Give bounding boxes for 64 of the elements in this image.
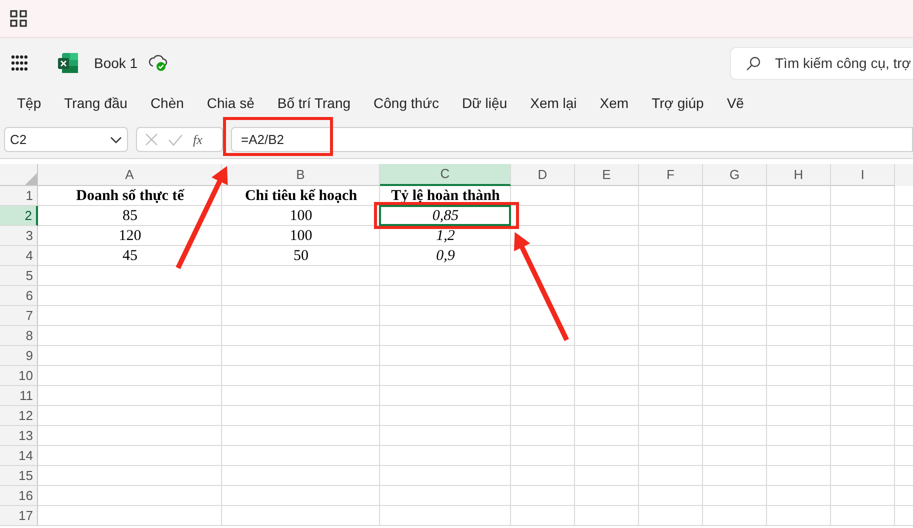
row-header[interactable]: 9 bbox=[0, 346, 38, 366]
row-header[interactable]: 13 bbox=[0, 426, 38, 446]
data-cell[interactable]: 85 bbox=[122, 206, 138, 224]
search-icon bbox=[746, 56, 761, 70]
column-header[interactable]: G bbox=[703, 164, 767, 186]
column-header[interactable]: E bbox=[575, 164, 639, 186]
column-title-cell[interactable]: Chỉ tiêu kế hoạch bbox=[244, 186, 358, 204]
data-cell[interactable]: 100 bbox=[290, 206, 312, 224]
row-header[interactable]: 8 bbox=[0, 326, 38, 346]
row-header[interactable]: 7 bbox=[0, 306, 38, 326]
ribbon-tab[interactable]: Trợ giúp bbox=[652, 92, 704, 114]
cell-reference: C2 bbox=[10, 130, 27, 149]
column-header[interactable]: C bbox=[380, 164, 511, 186]
row-header[interactable]: 1 bbox=[0, 186, 38, 206]
waffle-menu-icon[interactable] bbox=[11, 55, 28, 71]
row-header[interactable]: 12 bbox=[0, 406, 38, 426]
formula-input[interactable]: =A2/B2 bbox=[231, 127, 913, 152]
row-header[interactable]: 5 bbox=[0, 266, 38, 286]
ribbon-tab[interactable]: Dữ liệu bbox=[462, 92, 508, 114]
ribbon-tab[interactable]: Xem bbox=[600, 92, 629, 114]
column-header[interactable]: H bbox=[767, 164, 831, 186]
row-header[interactable]: 14 bbox=[0, 446, 38, 466]
apps-grid-icon[interactable] bbox=[10, 10, 27, 27]
search-field[interactable]: Tìm kiếm công cụ, trợ bbox=[730, 46, 913, 80]
column-header[interactable]: I bbox=[831, 164, 895, 186]
row-header[interactable]: 11 bbox=[0, 386, 38, 406]
ribbon-tab[interactable]: Vẽ bbox=[726, 92, 744, 114]
column-header[interactable]: B bbox=[222, 164, 380, 186]
name-box[interactable]: C2 bbox=[4, 127, 128, 152]
row-header[interactable]: 16 bbox=[0, 486, 38, 506]
row-header[interactable]: 17 bbox=[0, 506, 38, 526]
chevron-down-icon bbox=[110, 136, 122, 144]
row-header[interactable]: 6 bbox=[0, 286, 38, 306]
row-header[interactable]: 2 bbox=[0, 206, 38, 226]
column-header[interactable]: F bbox=[639, 164, 703, 186]
row-header[interactable]: 10 bbox=[0, 366, 38, 386]
cloud-check-icon[interactable] bbox=[148, 54, 168, 72]
data-cell[interactable]: 0,9 bbox=[436, 246, 455, 264]
row-header[interactable]: 15 bbox=[0, 466, 38, 486]
ribbon-tab[interactable]: Xem lại bbox=[530, 92, 577, 114]
sheet-grid[interactable]: Doanh số thực tế Chỉ tiêu kế hoạch Tỷ lệ hoàn thành 85 100 0,85 120 100 1,2 45 50 0,9 bbox=[38, 186, 913, 526]
data-cell[interactable]: 50 bbox=[294, 246, 308, 264]
insert-function-button[interactable]: fx bbox=[193, 130, 202, 150]
data-cell[interactable]: 45 bbox=[122, 246, 138, 264]
row-header[interactable]: 4 bbox=[0, 246, 38, 266]
data-cell[interactable]: 100 bbox=[290, 226, 312, 244]
data-cell[interactable]: 0,85 bbox=[432, 206, 459, 224]
ribbon-tab[interactable]: Bố trí Trang bbox=[277, 92, 351, 114]
ribbon-tab[interactable]: Chèn bbox=[150, 92, 184, 114]
spreadsheet-logo-icon bbox=[58, 53, 78, 73]
ribbon-tab[interactable]: Tệp bbox=[17, 92, 42, 114]
ribbon-tab[interactable]: Trang đầu bbox=[64, 92, 128, 114]
data-cell[interactable]: 1,2 bbox=[436, 226, 455, 244]
check-icon[interactable] bbox=[168, 134, 183, 146]
triangle-icon bbox=[25, 173, 37, 185]
ribbon-tab[interactable]: Chia sẻ bbox=[206, 92, 254, 114]
column-header[interactable]: A bbox=[38, 164, 222, 186]
data-cell[interactable]: 120 bbox=[118, 226, 142, 244]
column-title-cell[interactable]: Tỷ lệ hoàn thành bbox=[391, 186, 500, 204]
column-header[interactable]: D bbox=[511, 164, 575, 186]
row-header[interactable]: 3 bbox=[0, 226, 38, 246]
column-title-cell[interactable]: Doanh số thực tế bbox=[76, 186, 184, 204]
ribbon-tab[interactable]: Công thức bbox=[374, 92, 439, 114]
workbook-title[interactable]: Book 1 bbox=[94, 52, 138, 74]
